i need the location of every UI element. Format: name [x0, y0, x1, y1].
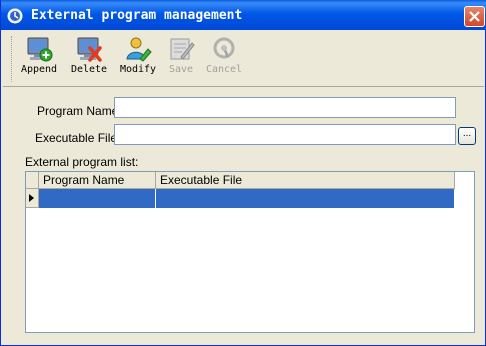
delete-button[interactable]: Delete	[65, 35, 113, 85]
cell-executable-file[interactable]	[156, 189, 455, 208]
save-icon	[170, 38, 195, 60]
append-label: Append	[20, 64, 58, 75]
delete-label: Delete	[70, 64, 108, 75]
close-button[interactable]	[464, 6, 485, 27]
program-name-input[interactable]	[114, 97, 456, 118]
program-name-label: Program Name:	[37, 104, 122, 118]
executable-file-label: Executable File:	[35, 131, 121, 145]
modify-button[interactable]: Modify	[115, 35, 161, 85]
toolbar: Append Delete Modify Save Cancel	[3, 32, 484, 87]
external-program-list-label: External program list:	[25, 155, 139, 169]
cell-program-name[interactable]	[39, 189, 156, 208]
app-icon	[7, 8, 23, 24]
external-program-grid[interactable]: Program Name Executable File	[25, 171, 475, 333]
external-program-window: External program management Append Delet…	[0, 0, 486, 346]
append-icon	[27, 37, 53, 62]
modify-icon	[126, 37, 152, 62]
browse-button[interactable]: ...	[458, 127, 476, 145]
title-bar[interactable]: External program management	[1, 0, 486, 30]
window-title: External program management	[31, 8, 243, 23]
row-pointer-icon	[29, 194, 34, 202]
append-button[interactable]: Append	[16, 35, 62, 85]
close-icon	[469, 11, 480, 22]
grid-corner	[26, 172, 39, 189]
column-header-program-name[interactable]: Program Name	[39, 172, 156, 189]
executable-file-input[interactable]	[114, 124, 456, 145]
toolbar-grip[interactable]	[11, 36, 15, 82]
cancel-button[interactable]: Cancel	[201, 35, 247, 85]
delete-icon	[77, 37, 102, 62]
save-label: Save	[168, 64, 194, 75]
modify-label: Modify	[119, 64, 157, 75]
cancel-label: Cancel	[205, 64, 243, 75]
save-button[interactable]: Save	[163, 35, 199, 85]
row-indicator[interactable]	[26, 189, 39, 208]
column-header-executable-file[interactable]: Executable File	[156, 172, 455, 189]
cancel-icon	[213, 37, 235, 59]
